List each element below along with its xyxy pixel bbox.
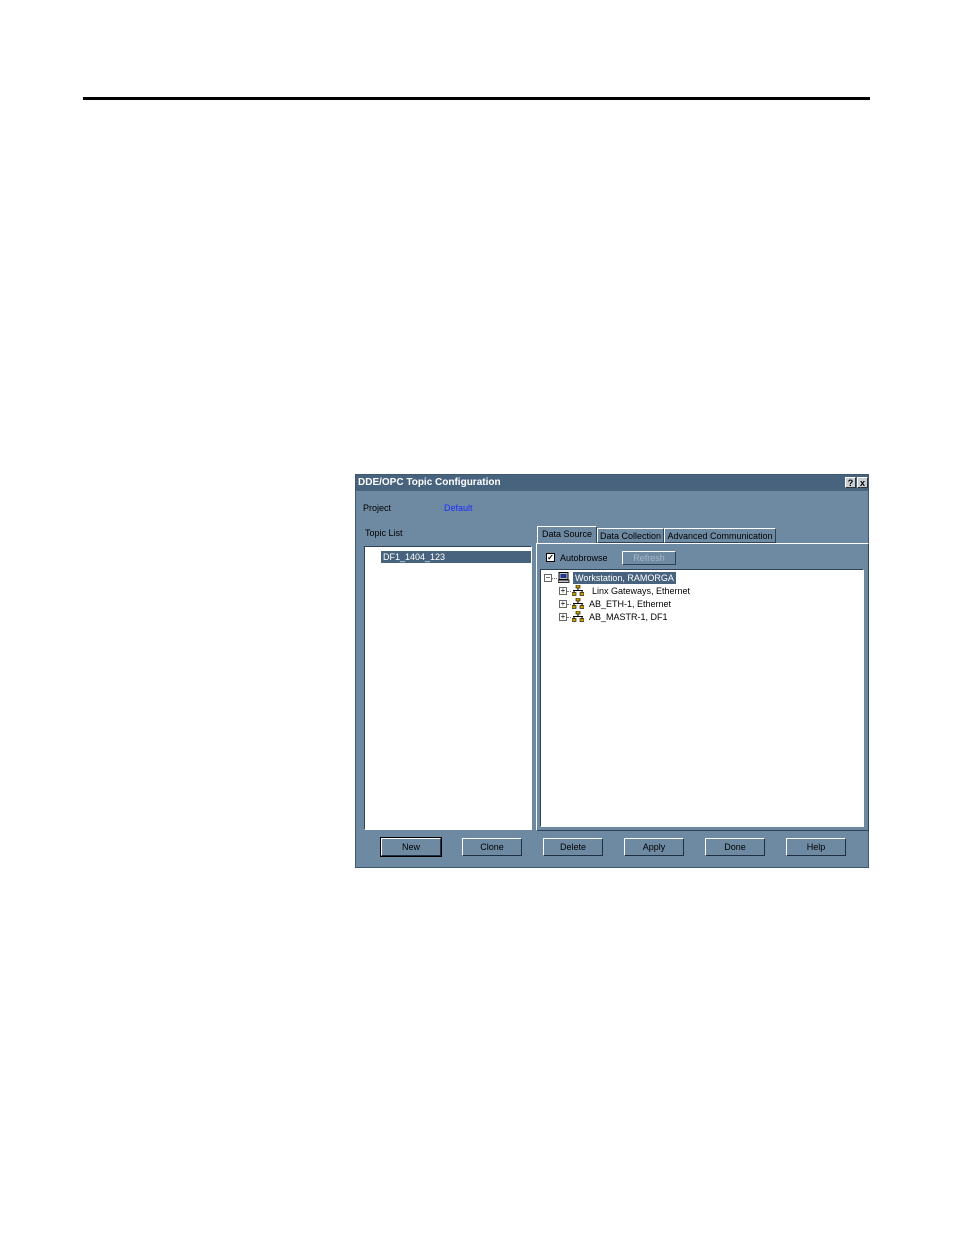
project-value: Default: [444, 503, 473, 513]
expand-icon[interactable]: +: [559, 613, 567, 621]
autobrowse-label: Autobrowse: [560, 553, 608, 563]
clone-button[interactable]: Clone: [462, 838, 522, 856]
tree-node-label: Linx Gateways, Ethernet: [592, 586, 691, 596]
tree-node-label: AB_ETH-1, Ethernet: [589, 599, 672, 609]
collapse-icon[interactable]: −: [544, 574, 552, 582]
expand-icon[interactable]: +: [559, 600, 567, 608]
tree-connector: [552, 578, 557, 579]
tab-advanced-communication[interactable]: Advanced Communication: [664, 528, 776, 543]
tree-connector: [567, 617, 571, 618]
tree-node-label: Workstation, RAMORGA: [573, 572, 676, 584]
dialog-titlebar: DDE/OPC Topic Configuration ? x: [356, 475, 868, 491]
network-icon: [572, 585, 584, 596]
tree-node-label: AB_MASTR-1, DF1: [589, 612, 668, 622]
autobrowse-checkbox[interactable]: ✓: [546, 553, 555, 562]
expand-icon[interactable]: +: [559, 587, 567, 595]
workstation-computer-icon: [558, 572, 570, 583]
topic-list-label: Topic List: [365, 528, 403, 538]
tree-connector: [567, 604, 571, 605]
tab-data-collection[interactable]: Data Collection: [597, 528, 664, 543]
network-icon: [572, 611, 584, 622]
topic-list-item[interactable]: DF1_1404_123: [381, 551, 531, 563]
help-button[interactable]: Help: [786, 838, 846, 856]
help-question-icon[interactable]: ?: [845, 477, 856, 488]
network-icon: [572, 598, 584, 609]
tree-connector: [567, 591, 571, 592]
close-icon[interactable]: x: [857, 477, 868, 488]
done-button[interactable]: Done: [705, 838, 765, 856]
dialog-title: DDE/OPC Topic Configuration: [358, 477, 501, 488]
tab-data-source[interactable]: Data Source: [537, 526, 597, 543]
refresh-button[interactable]: Refresh: [622, 551, 676, 565]
apply-button[interactable]: Apply: [624, 838, 684, 856]
new-button[interactable]: New: [380, 837, 442, 857]
delete-button[interactable]: Delete: [543, 838, 603, 856]
topic-configuration-dialog: DDE/OPC Topic Configuration ? x Project …: [355, 474, 869, 868]
topic-list[interactable]: DF1_1404_123: [364, 546, 532, 830]
page-top-rule: [83, 97, 870, 100]
project-label: Project: [363, 503, 392, 513]
data-source-tree[interactable]: − Workstation, RAMORGA + Linx Gateways,: [540, 569, 864, 827]
